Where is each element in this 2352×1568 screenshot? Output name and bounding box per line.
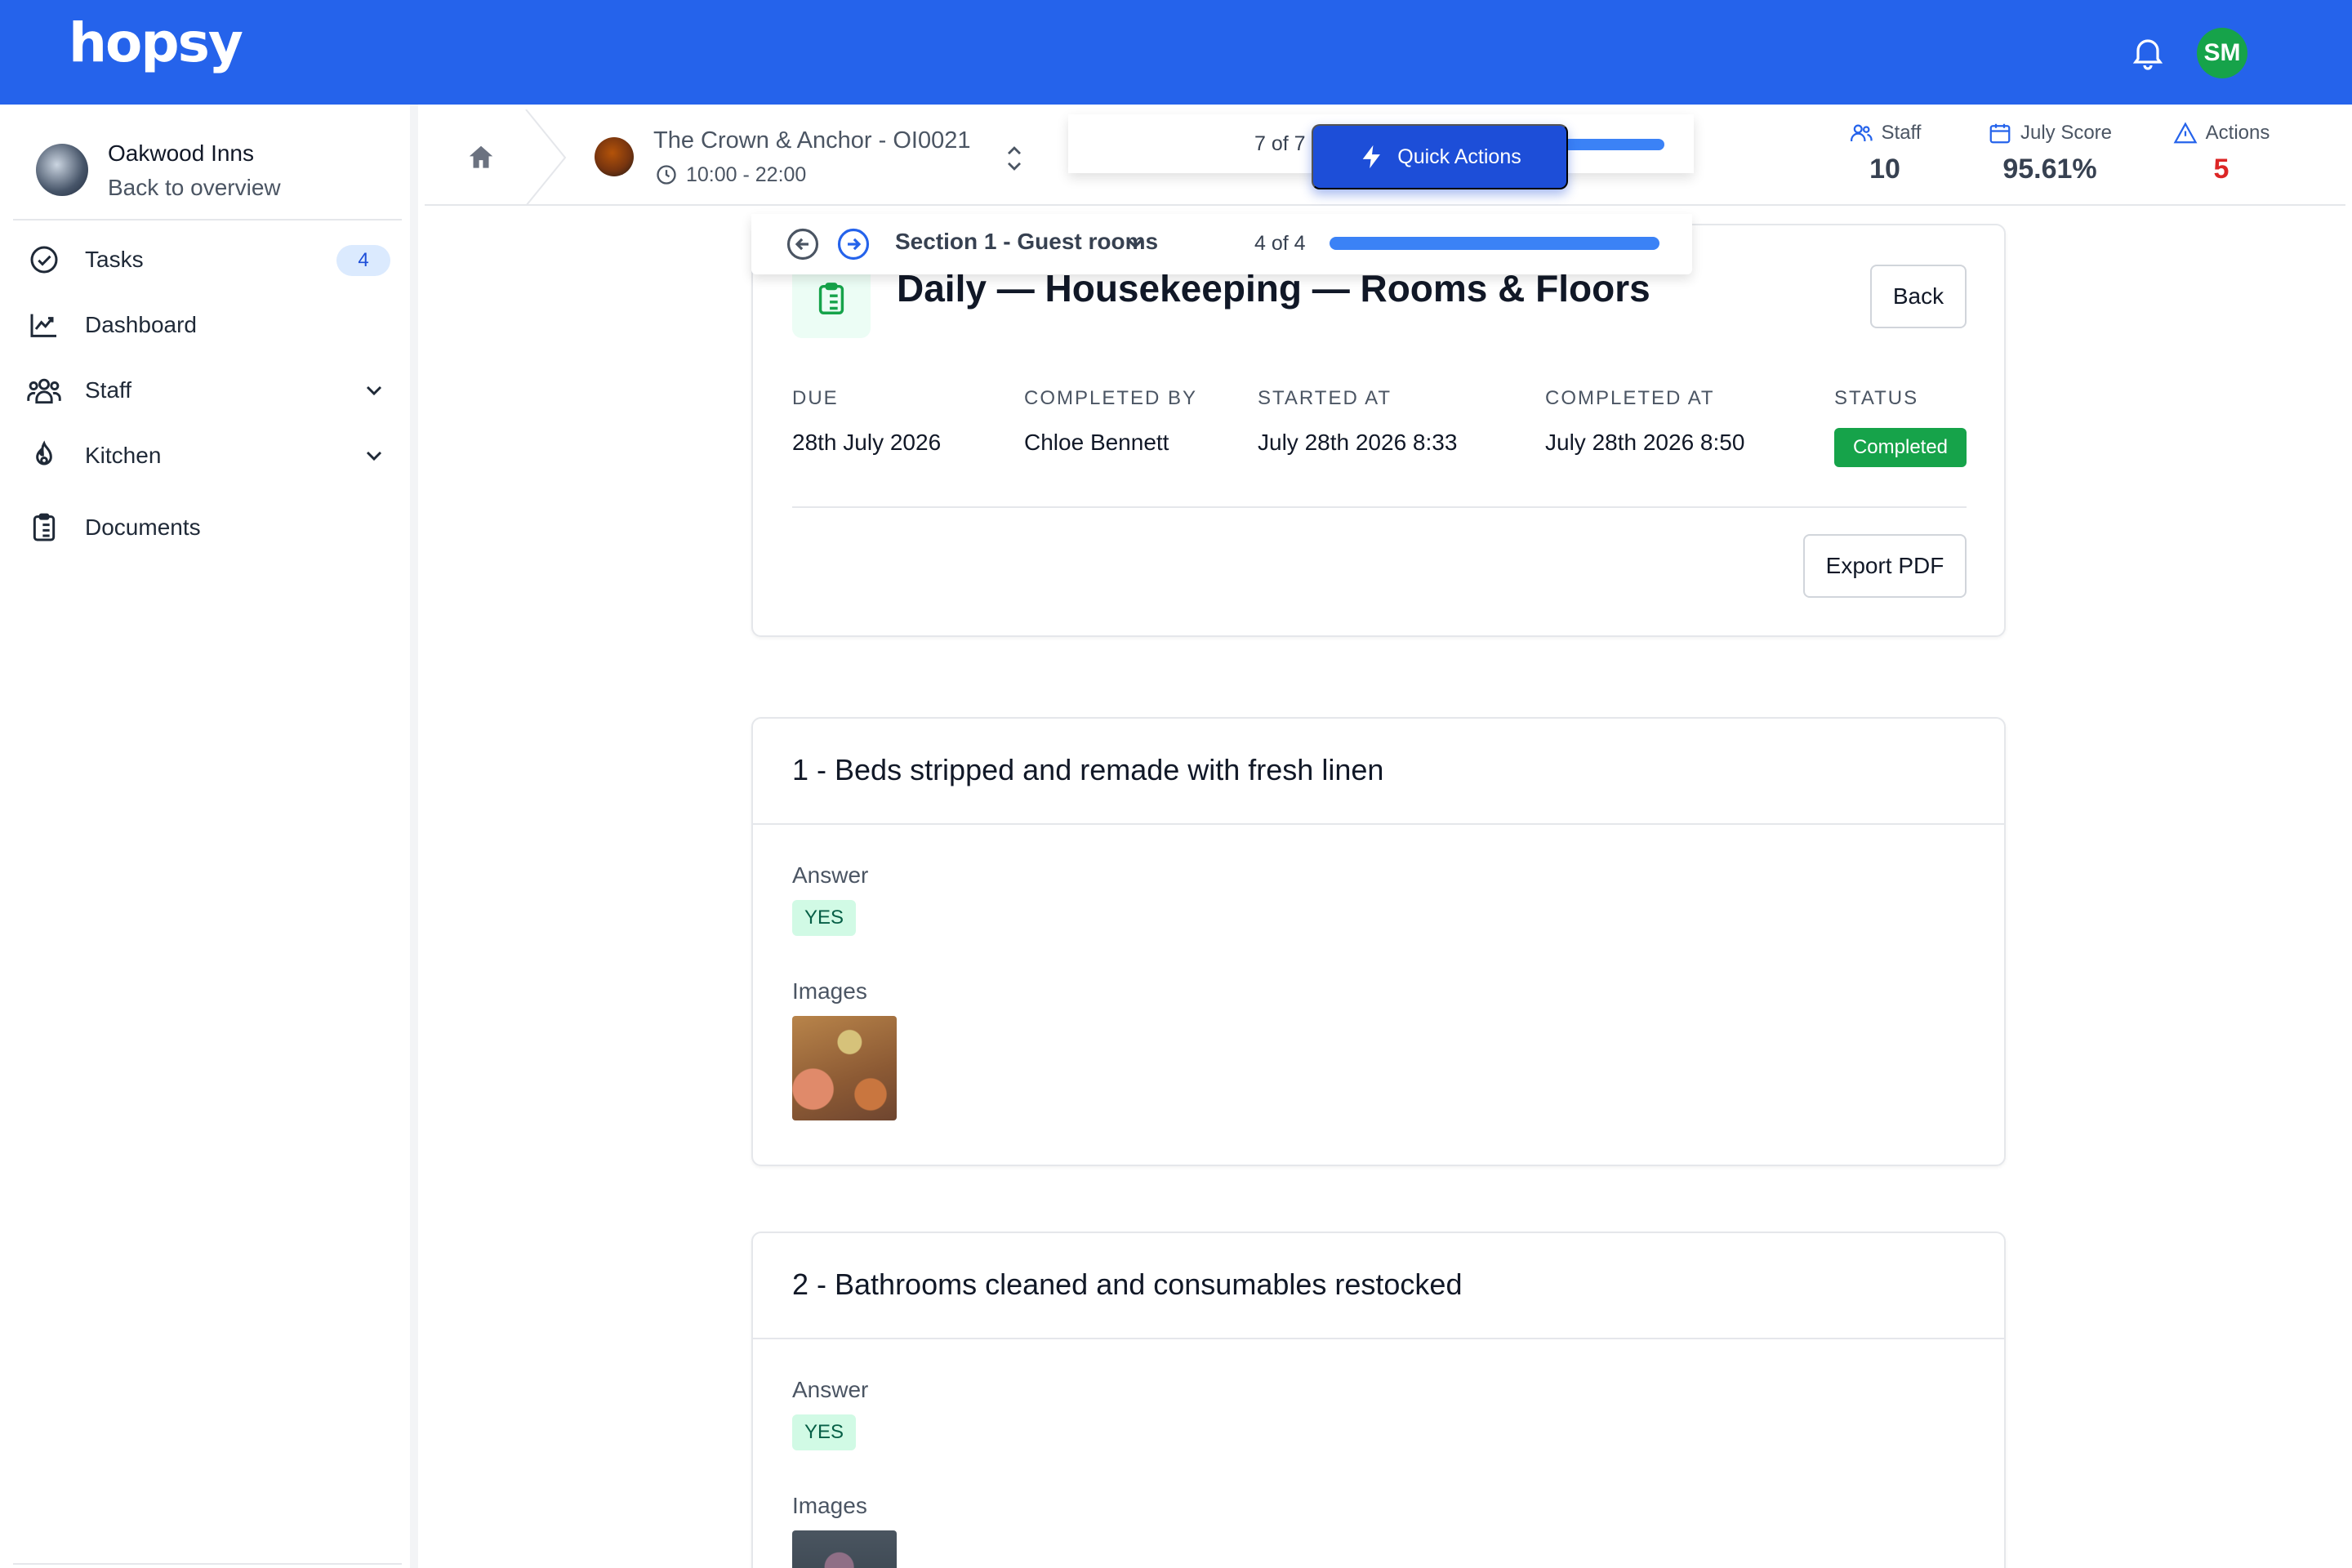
lightning-bolt-icon <box>1362 145 1381 169</box>
back-to-overview-link[interactable]: Back to overview <box>108 175 281 201</box>
sidebar-item-dashboard[interactable]: Dashboard <box>24 302 400 348</box>
question-header: 1 - Beds stripped and remade with fresh … <box>753 719 2004 825</box>
sidebar-item-documents[interactable]: Documents <box>24 505 400 550</box>
venue-name[interactable]: The Crown & Anchor - OI0021 <box>653 127 970 154</box>
chevron-down-icon[interactable] <box>361 377 387 403</box>
staff-stat[interactable]: Staff 10 <box>1828 121 1942 185</box>
stat-value: 10 <box>1869 154 1900 185</box>
sidebar-item-tasks[interactable]: Tasks 4 <box>24 237 400 283</box>
section-progress-bar <box>1330 237 1659 250</box>
users-icon <box>24 371 64 410</box>
completed-at-value: July 28th 2026 8:50 <box>1545 430 1745 455</box>
section-progress-text: 4 of 4 <box>1254 232 1306 255</box>
quick-actions-label: Quick Actions <box>1397 145 1521 168</box>
clock-icon <box>657 165 676 185</box>
user-avatar[interactable]: SM <box>2197 28 2247 78</box>
stat-value: 5 <box>2213 154 2230 185</box>
question-card: 1 - Beds stripped and remade with fresh … <box>751 717 2006 1166</box>
stat-label: July Score <box>2020 122 2113 144</box>
back-button[interactable]: Back <box>1870 265 1967 328</box>
clipboard-list-icon <box>818 283 844 314</box>
sidebar-item-label: Tasks <box>85 247 144 272</box>
export-pdf-button[interactable]: Export PDF <box>1803 534 1967 598</box>
answer-badge: YES <box>792 1414 856 1450</box>
due-label: DUE <box>792 387 839 409</box>
answer-badge: YES <box>792 900 856 936</box>
quick-actions-button[interactable]: Quick Actions <box>1312 124 1568 189</box>
chevron-up-down-icon[interactable] <box>1003 142 1026 175</box>
top-bar: hopsy SM <box>0 0 2352 105</box>
image-thumbnail[interactable] <box>792 1016 897 1120</box>
images-label: Images <box>792 1493 867 1518</box>
task-progress-text: 7 of 7 <box>1254 132 1306 155</box>
sidebar-item-label: Staff <box>85 377 132 403</box>
section-title[interactable]: Section 1 - Guest rooms <box>895 229 1158 255</box>
bell-icon[interactable] <box>2128 33 2167 72</box>
warning-triangle-icon <box>2173 122 2198 144</box>
sidebar-item-kitchen[interactable]: Kitchen <box>24 433 400 479</box>
question-title: 2 - Bathrooms cleaned and consumables re… <box>792 1267 1463 1301</box>
status-badge: Completed <box>1834 428 1967 467</box>
question-header: 2 - Bathrooms cleaned and consumables re… <box>753 1233 2004 1339</box>
stat-label: Staff <box>1881 122 1922 144</box>
venue-avatar <box>595 137 634 176</box>
chevron-down-icon[interactable] <box>1122 230 1148 256</box>
section-navigator: Section 1 - Guest rooms 4 of 4 <box>751 214 1692 274</box>
arrow-left-circle-icon[interactable] <box>786 227 820 261</box>
org-name: Oakwood Inns <box>108 140 254 166</box>
answer-label: Answer <box>792 862 869 888</box>
chevron-down-icon[interactable] <box>361 443 387 469</box>
flame-icon <box>24 436 64 475</box>
image-thumbnail[interactable] <box>792 1530 897 1568</box>
completed-by-label: COMPLETED BY <box>1024 387 1198 409</box>
sidebar-bottom-divider <box>13 1563 402 1565</box>
clipboard-list-icon <box>24 508 64 547</box>
task-summary-card: Daily — Housekeeping — Rooms & Floors Ba… <box>751 224 2006 637</box>
sidebar-item-label: Kitchen <box>85 443 162 468</box>
july-score-stat[interactable]: July Score 95.61% <box>1960 121 2140 185</box>
question-title: 1 - Beds stripped and remade with fresh … <box>792 753 1384 786</box>
started-at-label: STARTED AT <box>1258 387 1392 409</box>
card-divider <box>792 506 1967 508</box>
home-breadcrumb[interactable] <box>425 109 539 206</box>
actions-stat[interactable]: Actions 5 <box>2140 121 2303 185</box>
images-label: Images <box>792 978 867 1004</box>
completed-by-value: Chloe Bennett <box>1024 430 1169 455</box>
users-icon <box>1850 124 1873 141</box>
due-value: 28th July 2026 <box>792 430 942 455</box>
question-card: 2 - Bathrooms cleaned and consumables re… <box>751 1232 2006 1568</box>
sidebar-item-label: Documents <box>85 514 201 540</box>
tasks-count-badge: 4 <box>336 245 390 276</box>
answer-label: Answer <box>792 1377 869 1402</box>
venue-hours: 10:00 - 22:00 <box>686 163 807 186</box>
sidebar-divider <box>13 219 402 220</box>
calendar-icon <box>1989 123 2011 144</box>
sidebar: Oakwood Inns Back to overview Tasks 4 Da… <box>0 105 418 1568</box>
home-icon <box>469 145 493 168</box>
sidebar-item-label: Dashboard <box>85 312 197 337</box>
status-label: STATUS <box>1834 387 1919 409</box>
arrow-right-circle-icon[interactable] <box>836 227 871 261</box>
stat-label: Actions <box>2205 122 2270 144</box>
breadcrumb-separator-icon <box>525 109 567 206</box>
stat-value: 95.61% <box>2002 154 2097 185</box>
chart-line-icon <box>24 305 64 345</box>
app-logo[interactable]: hopsy <box>69 11 243 74</box>
org-avatar <box>36 144 88 196</box>
started-at-value: July 28th 2026 8:33 <box>1258 430 1458 455</box>
check-circle-icon <box>24 240 64 279</box>
sidebar-item-staff[interactable]: Staff <box>24 368 400 413</box>
completed-at-label: COMPLETED AT <box>1545 387 1715 409</box>
org-switcher[interactable]: Oakwood Inns Back to overview <box>36 136 395 209</box>
